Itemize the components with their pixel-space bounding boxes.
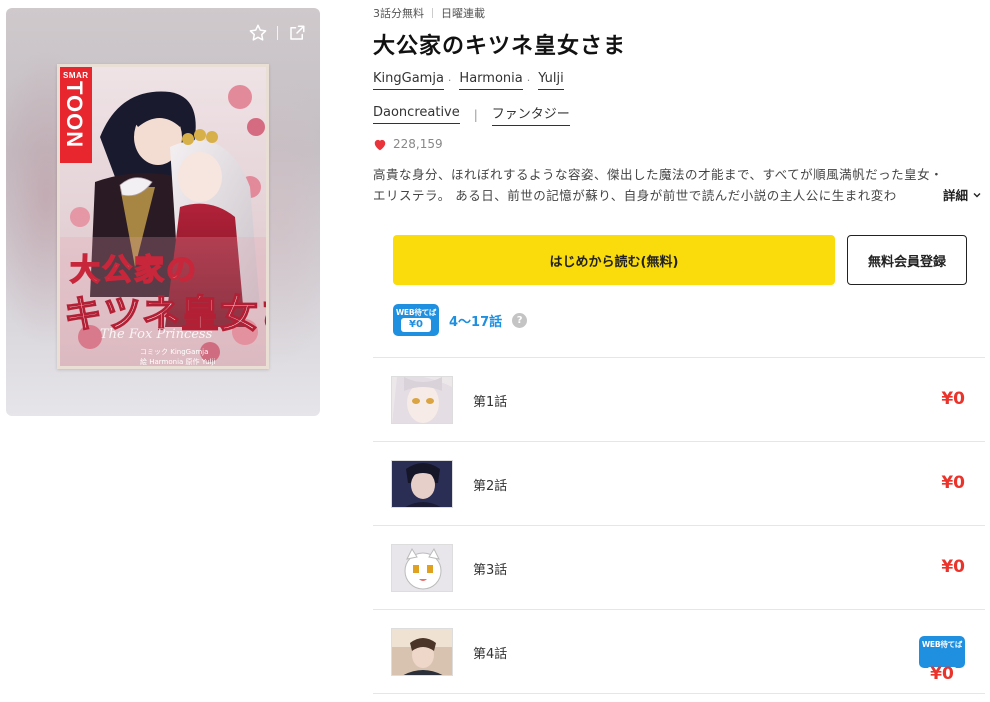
favorite-star-icon[interactable] xyxy=(247,22,269,44)
author-separator: · xyxy=(447,74,452,87)
wait-free-range: 4～17話 xyxy=(449,314,503,330)
episode-price: ¥0 xyxy=(941,389,965,409)
episode-list: 第1話 ¥0 第2話 ¥0 第3話 ¥0 第4話 WEB待てば ¥0 xyxy=(373,357,985,694)
smartoon-logo: SMAR TOON xyxy=(60,67,92,163)
more-label: 詳細 xyxy=(943,188,969,203)
badge-price: ¥0 xyxy=(401,318,431,332)
meta-row: 3話分無料 日曜連載 xyxy=(373,5,485,21)
share-external-icon[interactable] xyxy=(286,22,308,44)
description-fade xyxy=(893,185,933,206)
schedule-label: 日曜連載 xyxy=(441,7,485,20)
page-title: 大公家のキツネ皇女さま xyxy=(373,34,627,59)
episode-row[interactable]: 第2話 ¥0 xyxy=(373,442,985,526)
description-more-toggle[interactable]: 詳細 xyxy=(941,185,983,204)
author-link[interactable]: KingGamja xyxy=(373,71,444,90)
read-from-start-button[interactable]: はじめから読む(無料) xyxy=(393,235,835,285)
episode-thumbnail xyxy=(391,628,453,676)
badge-price: ¥0 xyxy=(927,666,957,683)
episode-price: ¥0 xyxy=(941,557,965,577)
author-list: KingGamja · Harmonia · Yulji xyxy=(373,71,564,90)
episode-label: 第1話 xyxy=(473,395,508,410)
author-link[interactable]: Harmonia xyxy=(459,71,523,90)
help-icon[interactable]: ? xyxy=(512,312,528,328)
cover-actions xyxy=(247,22,308,44)
chevron-down-icon xyxy=(973,192,981,197)
episode-thumbnail xyxy=(391,460,453,508)
cover-credit-line2: 絵 Harmonia 原作 Yulji xyxy=(140,358,216,366)
episode-thumbnail xyxy=(391,544,453,592)
likes-row: 228,159 xyxy=(373,137,443,151)
episode-thumbnail xyxy=(391,376,453,424)
description-line: 高貴な身分、ほれぼれするような容姿、傑出した魔法の才能まで、すべてが順風満帆だっ… xyxy=(373,167,944,182)
genre-link[interactable]: ファンタジー xyxy=(491,103,570,126)
description-line: エリステラ。 ある日、前世の記憶が蘇り、自身が前世で読んだ小説の主人公に生まれ変… xyxy=(373,185,933,206)
free-signup-button[interactable]: 無料会員登録 xyxy=(847,235,967,285)
meta-divider xyxy=(432,8,433,18)
likes-count: 228,159 xyxy=(393,137,443,151)
episode-label: 第3話 xyxy=(473,563,508,578)
actions-divider xyxy=(277,26,278,40)
episode-row[interactable]: 第3話 ¥0 xyxy=(373,526,985,610)
tag-separator: | xyxy=(473,107,478,122)
episode-row[interactable]: 第1話 ¥0 xyxy=(373,358,985,442)
episode-label: 第4話 xyxy=(473,647,508,662)
description-line-text: エリステラ。 ある日、前世の記憶が蘇り、自身が前世で読んだ小説の主人公に生まれ変… xyxy=(373,188,897,203)
wait-free-row: WEB待てば ¥0 4～17話 ? xyxy=(393,304,528,336)
author-separator: · xyxy=(526,74,531,87)
logo-text-top: SMAR xyxy=(63,71,89,80)
web-wait-free-badge: WEB待てば ¥0 xyxy=(393,304,439,336)
cover-image[interactable]: SMAR TOON 大公家の キツネ皇女さま The Fox Princess … xyxy=(57,64,269,369)
cover-panel: SMAR TOON 大公家の キツネ皇女さま The Fox Princess … xyxy=(6,8,320,416)
heart-icon xyxy=(374,139,386,150)
cover-credits: コミック KingGamja 絵 Harmonia 原作 Yulji xyxy=(140,347,216,366)
episode-row[interactable]: 第4話 WEB待てば ¥0 xyxy=(373,610,985,694)
author-link[interactable]: Yulji xyxy=(538,71,564,90)
cover-credit-line1: コミック KingGamja xyxy=(140,348,209,356)
badge-label: WEB待てば xyxy=(395,308,437,317)
logo-text-main: TOON xyxy=(62,81,87,149)
cover-subtitle: The Fox Princess xyxy=(100,327,213,342)
badge-label: WEB待てば xyxy=(921,640,963,649)
description: 高貴な身分、ほれぼれするような容姿、傑出した魔法の才能まで、すべてが順風満帆だっ… xyxy=(373,164,985,208)
episode-price: ¥0 xyxy=(941,473,965,493)
tag-row: Daoncreative | ファンタジー xyxy=(373,103,570,126)
publisher-link[interactable]: Daoncreative xyxy=(373,105,460,124)
episode-label: 第2話 xyxy=(473,479,508,494)
web-wait-free-badge: WEB待てば ¥0 xyxy=(919,636,965,683)
free-count-label: 3話分無料 xyxy=(373,7,424,20)
